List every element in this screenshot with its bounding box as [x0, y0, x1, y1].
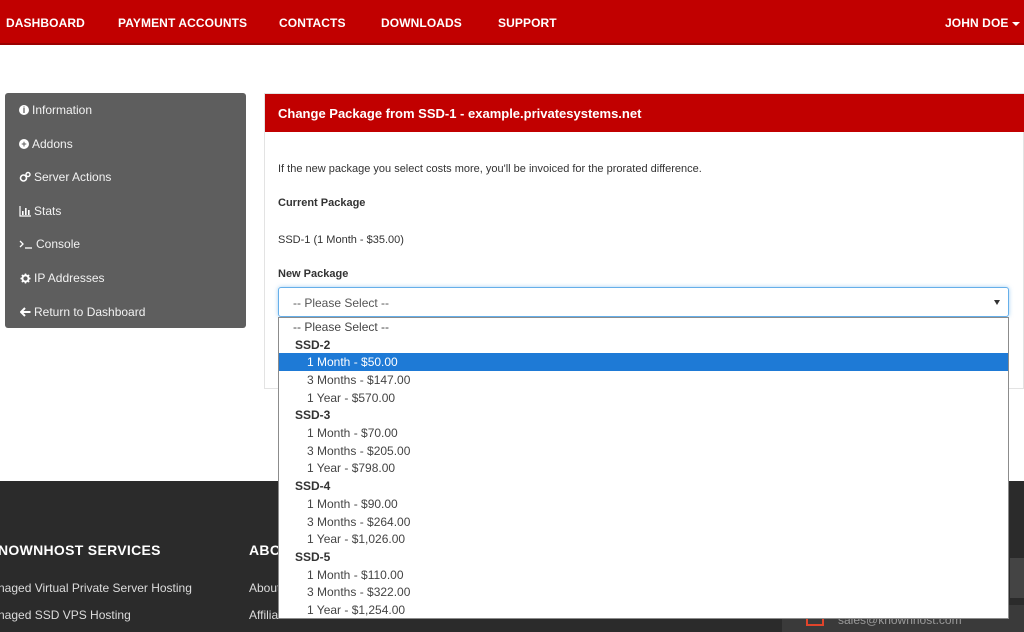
- select-value: -- Please Select --: [293, 296, 390, 310]
- prorate-notice: If the new package you select costs more…: [278, 163, 702, 175]
- user-menu[interactable]: JOHN DOE: [945, 16, 1021, 30]
- footer-link-affiliates[interactable]: Affilia: [249, 608, 278, 622]
- dropdown-arrow-icon: [994, 300, 1000, 305]
- nav-support-link[interactable]: SUPPORT: [498, 16, 557, 30]
- sidebar: i Information + Addons Server Actions St…: [5, 93, 246, 328]
- current-package-value: SSD-1 (1 Month - $35.00): [278, 234, 404, 246]
- new-package-label: New Package: [278, 268, 349, 280]
- dropdown-group-label: SSD-2: [295, 337, 331, 352]
- dropdown-option[interactable]: 1 Month - $110.00: [279, 566, 1008, 584]
- sidebar-item-label: Information: [32, 103, 93, 117]
- sidebar-item-label: Server Actions: [34, 170, 112, 184]
- nav-downloads-link[interactable]: DOWNLOADS: [381, 16, 462, 30]
- dropdown-option[interactable]: 3 Months - $147.00: [279, 371, 1008, 389]
- sidebar-item-stats[interactable]: Stats: [19, 201, 61, 221]
- dropdown-option[interactable]: 1 Year - $1,254.00: [279, 601, 1008, 618]
- new-package-select[interactable]: -- Please Select --: [278, 287, 1009, 317]
- top-navigation-bar: DASHBOARD PAYMENT ACCOUNTS CONTACTS DOWN…: [0, 0, 1024, 45]
- footer-heading-services: NOWNHOST SERVICES: [0, 542, 161, 558]
- sidebar-item-addons[interactable]: + Addons: [19, 134, 73, 154]
- plus-circle-icon: +: [19, 139, 29, 149]
- sidebar-item-label: Addons: [32, 137, 73, 151]
- user-name: JOHN DOE: [945, 16, 1009, 30]
- nav-payment-accounts-link[interactable]: PAYMENT ACCOUNTS: [118, 16, 247, 30]
- current-package-label: Current Package: [278, 197, 366, 209]
- dropdown-group-label: SSD-3: [295, 408, 331, 423]
- sidebar-item-console[interactable]: Console: [19, 234, 80, 254]
- dropdown-option[interactable]: 1 Month - $70.00: [279, 424, 1008, 442]
- dropdown-option[interactable]: 1 Month - $50.00: [279, 353, 1008, 372]
- footer-heading-about: ABO: [249, 542, 282, 558]
- sidebar-item-label: Console: [36, 237, 81, 251]
- dropdown-option[interactable]: 3 Months - $264.00: [279, 513, 1008, 531]
- nav-dashboard-link[interactable]: DASHBOARD: [6, 16, 85, 30]
- dropdown-option[interactable]: 3 Months - $205.00: [279, 442, 1008, 460]
- footer-link-ssd-vps-hosting[interactable]: naged SSD VPS Hosting: [0, 608, 131, 622]
- arrow-left-icon: [19, 306, 31, 318]
- sidebar-item-return-to-dashboard[interactable]: Return to Dashboard: [19, 302, 145, 322]
- footer-link-about[interactable]: About: [249, 581, 280, 595]
- bar-chart-icon: [19, 205, 31, 217]
- dropdown-option[interactable]: 1 Year - $570.00: [279, 389, 1008, 407]
- cogs-icon: [19, 171, 31, 183]
- sidebar-item-ip-addresses[interactable]: IP Addresses: [19, 268, 105, 288]
- package-dropdown-list: -- Please Select -- SSD-2 1 Month - $50.00…: [278, 317, 1009, 619]
- dropdown-option[interactable]: 1 Month - $90.00: [279, 495, 1008, 513]
- dropdown-group-label: SSD-4: [295, 479, 331, 494]
- sidebar-item-label: Stats: [34, 204, 62, 218]
- terminal-icon: [19, 238, 33, 250]
- nav-contacts-link[interactable]: CONTACTS: [279, 16, 346, 30]
- footer-side-element: [1010, 558, 1024, 598]
- sidebar-item-label: IP Addresses: [34, 271, 105, 285]
- caret-down-icon: [1012, 21, 1021, 26]
- footer-link-vps-hosting[interactable]: naged Virtual Private Server Hosting: [0, 581, 192, 595]
- sidebar-item-server-actions[interactable]: Server Actions: [19, 167, 111, 187]
- sidebar-item-information[interactable]: i Information: [19, 100, 92, 120]
- dropdown-group-label: SSD-5: [295, 549, 331, 564]
- info-circle-icon: i: [19, 105, 29, 115]
- dropdown-option-placeholder[interactable]: -- Please Select --: [279, 318, 1008, 336]
- gear-icon: [19, 272, 31, 284]
- dropdown-option[interactable]: 1 Year - $1,026.00: [279, 530, 1008, 548]
- dropdown-option[interactable]: 1 Year - $798.00: [279, 460, 1008, 478]
- panel-header: Change Package from SSD-1 - example.priv…: [265, 94, 1024, 132]
- panel-title: Change Package from SSD-1 - example.priv…: [278, 106, 642, 121]
- dropdown-option[interactable]: 3 Months - $322.00: [279, 584, 1008, 602]
- sidebar-item-label: Return to Dashboard: [34, 305, 146, 319]
